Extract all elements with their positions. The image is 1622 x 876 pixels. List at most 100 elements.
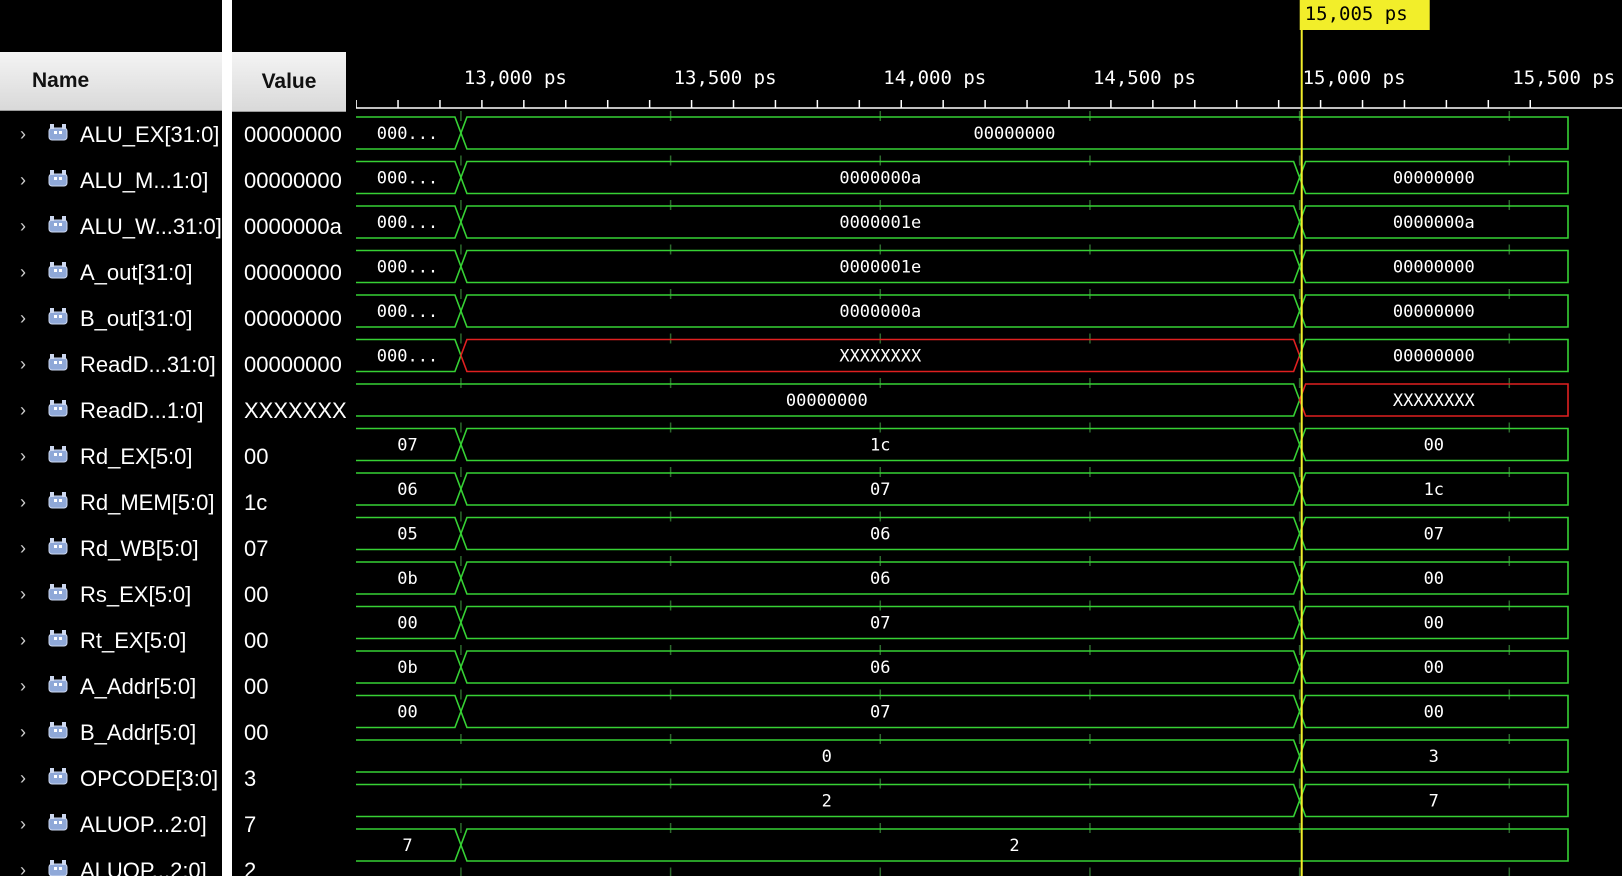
- signal-row[interactable]: › ALUOP...2:0] 7: [0, 802, 346, 848]
- waveform-value-label: 00: [1424, 614, 1444, 634]
- bus-signal-icon: [48, 538, 68, 555]
- expand-chevron-icon[interactable]: ›: [20, 814, 34, 834]
- waveform-value-label: 00: [1424, 569, 1444, 589]
- signal-row[interactable]: › Rt_EX[5:0] 00: [0, 618, 346, 664]
- ruler-label: 14,500 ps: [1093, 67, 1196, 89]
- signal-value: 00: [244, 674, 269, 699]
- signal-name: A_Addr[5:0]: [80, 674, 197, 699]
- waveform-value-label: 00000000: [1393, 169, 1475, 189]
- ruler-label: 15,500 ps: [1512, 67, 1615, 89]
- waveform-value-label: 000...: [377, 347, 438, 367]
- waveform-view[interactable]: 13,000 ps 13,500 ps 14,000 ps 14,500 ps 15,0…: [356, 0, 1622, 876]
- signal-row[interactable]: › Rd_MEM[5:0] 1c: [0, 480, 346, 526]
- signal-row[interactable]: › Rd_WB[5:0] 07: [0, 526, 346, 572]
- signal-row[interactable]: › Rs_EX[5:0] 00: [0, 572, 346, 618]
- name-column-header[interactable]: Name: [0, 52, 222, 111]
- expand-chevron-icon[interactable]: ›: [20, 308, 34, 328]
- expand-chevron-icon[interactable]: ›: [20, 216, 34, 236]
- waveform-value-label: 000...: [377, 169, 438, 189]
- waveform-value-label: XXXXXXXX: [839, 347, 922, 367]
- signal-value: 0000000a: [244, 214, 342, 239]
- waveform-value-label: 7: [402, 836, 412, 856]
- waveform-value-label: 0b: [397, 569, 417, 589]
- waveform-value-label: 0: [822, 747, 832, 767]
- waveform-value-label: 3: [1429, 747, 1439, 767]
- signal-name: Rd_EX[5:0]: [80, 444, 193, 469]
- signal-row[interactable]: › ALU_M...1:0] 00000000: [0, 158, 346, 204]
- waveform-value-label: 05: [397, 525, 417, 545]
- expand-chevron-icon[interactable]: ›: [20, 676, 34, 696]
- expand-chevron-icon[interactable]: ›: [20, 124, 34, 144]
- bus-signal-icon: [48, 584, 68, 601]
- signal-value: 00: [244, 720, 269, 745]
- expand-chevron-icon[interactable]: ›: [20, 446, 34, 466]
- value-column-header[interactable]: Value: [232, 52, 346, 112]
- expand-chevron-icon[interactable]: ›: [20, 722, 34, 742]
- signal-row[interactable]: › ALUOP...2:0] 2: [0, 848, 346, 876]
- waveform-value-label: 06: [870, 525, 890, 545]
- waveform-value-label: 00: [1424, 703, 1444, 723]
- signal-name: ALU_EX[31:0]: [80, 122, 220, 147]
- signal-name: Rs_EX[5:0]: [80, 582, 192, 607]
- waveform-value-label: 1c: [870, 436, 890, 456]
- signal-name: ReadD...1:0]: [80, 398, 204, 423]
- bus-signal-icon: [48, 124, 68, 141]
- waveform-value-label: 0000000a: [839, 302, 921, 322]
- signal-row[interactable]: › ALU_EX[31:0] 00000000: [0, 112, 346, 158]
- signal-row[interactable]: › ReadD...1:0] XXXXXXXX: [0, 388, 346, 434]
- waveform-value-label: 06: [870, 658, 890, 678]
- expand-chevron-icon[interactable]: ›: [20, 354, 34, 374]
- waveform-value-label: 00000000: [974, 124, 1056, 144]
- expand-chevron-icon[interactable]: ›: [20, 170, 34, 190]
- signal-value: 00000000: [244, 122, 342, 147]
- waveform-value-label: 2: [1009, 836, 1019, 856]
- waveform-value-label: 000...: [377, 124, 438, 144]
- waveform-value-label: 00: [1424, 436, 1444, 456]
- signal-row[interactable]: › B_Addr[5:0] 00: [0, 710, 346, 756]
- expand-chevron-icon[interactable]: ›: [20, 630, 34, 650]
- signal-value: XXXXXXXX: [244, 398, 346, 423]
- signal-list-panel: Name Value › ALU_EX[31:0] 00000000 › ALU_M..…: [0, 0, 346, 876]
- expand-chevron-icon[interactable]: ›: [20, 262, 34, 282]
- ruler-label: 15,000 ps: [1303, 67, 1406, 89]
- waveform-value-label: 00: [397, 614, 417, 634]
- bus-signal-icon: [48, 860, 68, 876]
- bus-signal-icon: [48, 308, 68, 325]
- bus-signal-icon: [48, 170, 68, 187]
- signal-value: 00: [244, 582, 269, 607]
- waveform-value-label: 2: [822, 792, 832, 812]
- expand-chevron-icon[interactable]: ›: [20, 860, 34, 876]
- waveform-value-label: 00000000: [1393, 347, 1475, 367]
- signal-row[interactable]: › ALU_W...31:0] 0000000a: [0, 204, 346, 250]
- ruler-label: 13,000 ps: [464, 67, 567, 89]
- signal-row[interactable]: › OPCODE[3:0] 3: [0, 756, 346, 802]
- signal-name: ALU_M...1:0]: [80, 168, 209, 193]
- waveform-value-label: 7: [1429, 792, 1439, 812]
- waveform-value-label: 1c: [1424, 480, 1444, 500]
- expand-chevron-icon[interactable]: ›: [20, 768, 34, 788]
- waveform-canvas[interactable]: 13,000 ps 13,500 ps 14,000 ps 14,500 ps 15,0…: [356, 0, 1622, 876]
- bus-signal-icon: [48, 400, 68, 417]
- signal-row[interactable]: › B_out[31:0] 00000000: [0, 296, 346, 342]
- bus-signal-icon: [48, 216, 68, 233]
- expand-chevron-icon[interactable]: ›: [20, 492, 34, 512]
- signal-row[interactable]: › ReadD...31:0] 00000000: [0, 342, 346, 388]
- bus-signal-icon: [48, 722, 68, 739]
- waveform-value-label: 0000001e: [839, 213, 921, 233]
- signal-row[interactable]: › A_Addr[5:0] 00: [0, 664, 346, 710]
- bus-signal-icon: [48, 446, 68, 463]
- signal-row[interactable]: › A_out[31:0] 00000000: [0, 250, 346, 296]
- expand-chevron-icon[interactable]: ›: [20, 400, 34, 420]
- waveform-value-label: 07: [870, 703, 890, 723]
- expand-chevron-icon[interactable]: ›: [20, 538, 34, 558]
- signal-row[interactable]: › Rd_EX[5:0] 00: [0, 434, 346, 480]
- ruler-label: 13,500 ps: [674, 67, 777, 89]
- bus-signal-icon: [48, 768, 68, 785]
- signal-list-toolbar: [0, 0, 346, 52]
- waveform-value-label: 07: [397, 436, 417, 456]
- expand-chevron-icon[interactable]: ›: [20, 584, 34, 604]
- waveform-value-label: 000...: [377, 302, 438, 322]
- signal-name: ReadD...31:0]: [80, 352, 216, 377]
- signal-name: A_out[31:0]: [80, 260, 193, 285]
- signal-name: B_out[31:0]: [80, 306, 193, 331]
